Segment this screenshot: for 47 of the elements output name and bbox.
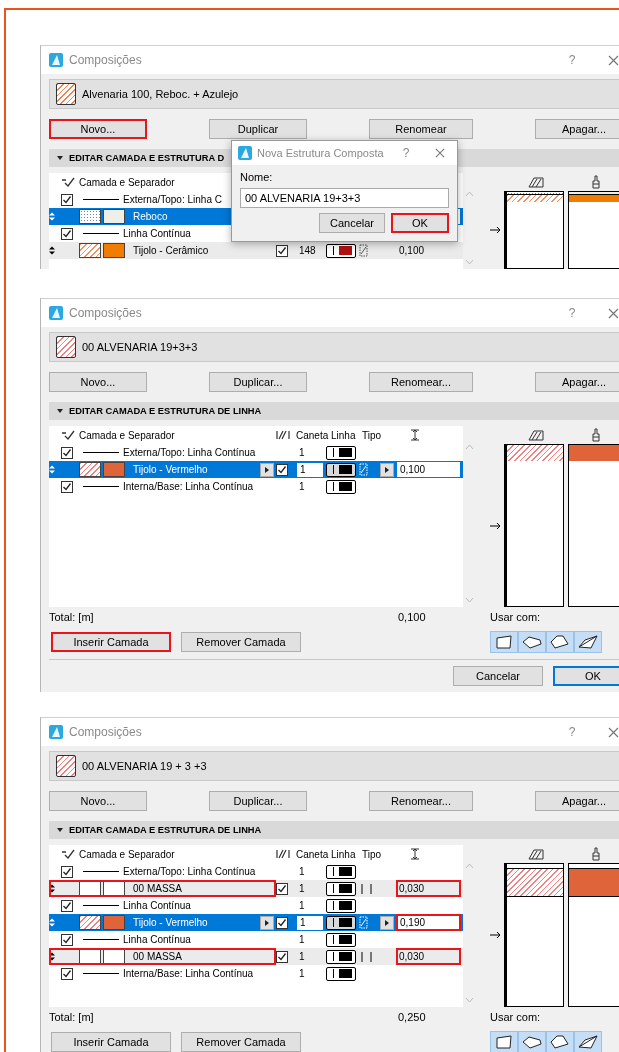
total-label: Total: [m] [49, 1011, 95, 1023]
column-header: Caneta Linha [296, 848, 356, 860]
pen-number: 1 [298, 899, 306, 913]
pen-number: 1 [298, 933, 306, 947]
pen-number: 148 [298, 244, 317, 258]
section-title: EDITAR CAMADA E ESTRUTURA DE LINHA [69, 825, 262, 835]
separator-name: Interna/Base: Linha Contínua [123, 968, 254, 979]
layer-name: Reboco [133, 211, 168, 222]
pen-number: 1 [298, 882, 306, 896]
separator-name: Linha Contínua [123, 228, 191, 239]
usage-label: Usar com: [490, 611, 541, 623]
total-value: 0,250 [398, 1011, 427, 1023]
composite-name: Alvenaria 100, Reboc. + Azulejo [82, 88, 240, 100]
column-header: Camada e Separador [79, 848, 175, 860]
pen-number: 1 [298, 446, 306, 460]
window-title: Composições [69, 725, 143, 739]
layer-name: Tijolo - Vermelho [133, 464, 208, 475]
column-header: Camada e Separador [79, 176, 175, 188]
total-value: 0,100 [398, 611, 427, 623]
column-header: Tipo [361, 848, 382, 860]
pen-number: 1 [298, 950, 306, 964]
window-title: Composições [69, 53, 143, 67]
separator-name: Linha Contínua [123, 900, 191, 911]
separator-name: Interna/Base: Linha Contínua [123, 481, 254, 492]
layer-name: 00 MASSA [133, 883, 182, 894]
composite-name: 00 ALVENARIA 19+3+3 [82, 341, 199, 353]
pen-number: 1 [298, 480, 306, 494]
composite-name: 00 ALVENARIA 19 + 3 +3 [82, 760, 208, 772]
layer-name: 00 MASSA [133, 951, 182, 962]
column-header: Tipo [361, 429, 382, 441]
layer-name: Tijolo - Vermelho [133, 917, 208, 928]
window-title: Composições [69, 306, 143, 320]
layer-name: Tijolo - Cerâmico [133, 245, 209, 256]
field-label: Nome: [240, 171, 274, 183]
section-title: EDITAR CAMADA E ESTRUTURA D [69, 153, 225, 163]
pen-number: 1 [298, 865, 306, 879]
separator-name: Externa/Topo: Linha C [123, 194, 222, 205]
column-header: Camada e Separador [79, 429, 175, 441]
column-header: Caneta Linha [296, 429, 356, 441]
separator-name: Linha Contínua [123, 934, 191, 945]
usage-label: Usar com: [490, 1011, 541, 1023]
total-label: Total: [m] [49, 611, 95, 623]
section-title: EDITAR CAMADA E ESTRUTURA DE LINHA [69, 406, 262, 416]
separator-name: Externa/Topo: Linha Contínua [123, 447, 256, 458]
separator-name: Externa/Topo: Linha Contínua [123, 866, 256, 877]
dialog-title: Nova Estrutura Composta [257, 147, 385, 159]
pen-number: 1 [298, 967, 306, 981]
